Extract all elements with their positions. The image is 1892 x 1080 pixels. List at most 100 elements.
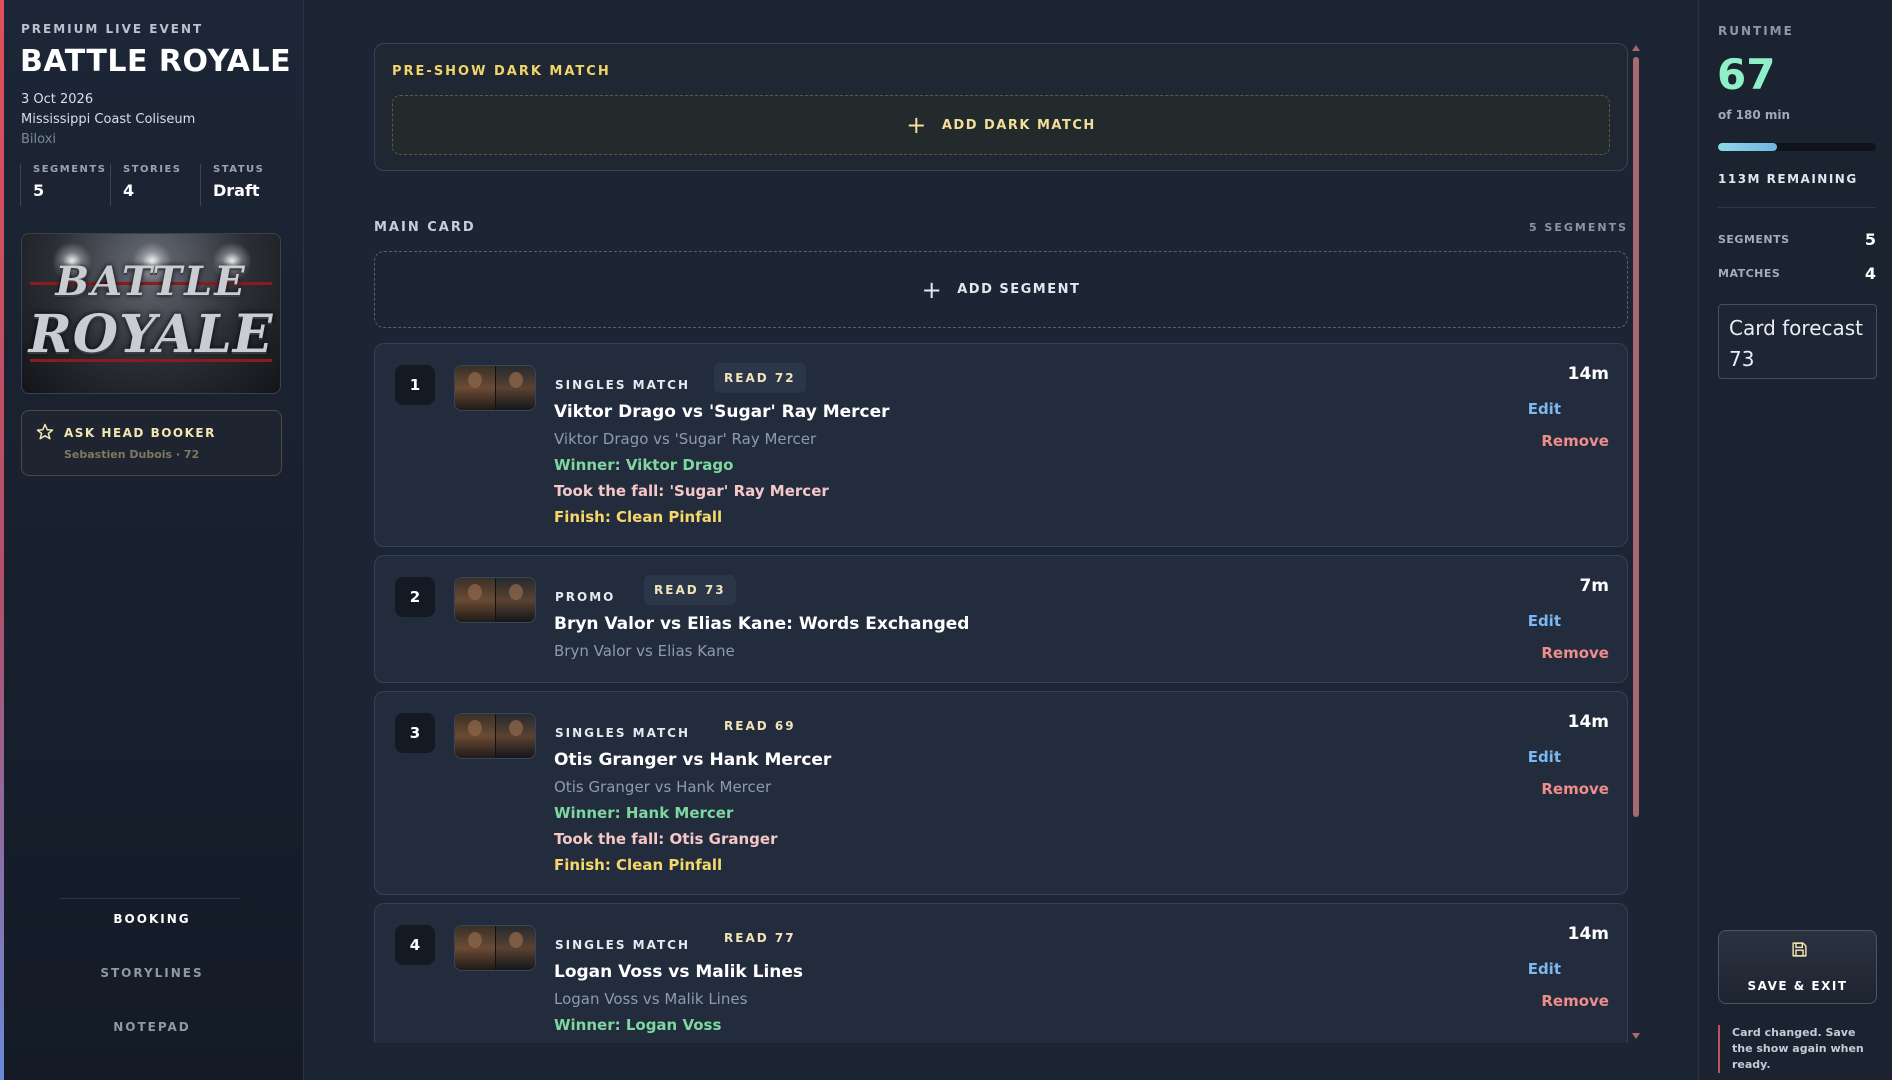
plus-icon: + xyxy=(906,111,928,139)
unsaved-notice: Card changed. Save the show again when r… xyxy=(1718,1025,1878,1073)
segment-remove-button[interactable]: Remove xyxy=(1541,432,1609,450)
segment-edit-button[interactable]: Edit xyxy=(1528,612,1561,630)
segment-remove-button[interactable]: Remove xyxy=(1541,992,1609,1010)
segment-type: SINGLES MATCH xyxy=(555,378,690,392)
segment-card[interactable]: 3 SINGLES MATCH READ 69 Otis Granger vs … xyxy=(374,691,1628,895)
runtime-label: RUNTIME xyxy=(1718,24,1794,38)
avatar xyxy=(495,366,535,410)
scroll-thumb[interactable] xyxy=(1633,57,1639,817)
ask-booker-sub: Sebastien Dubois · 72 xyxy=(64,448,200,461)
segment-duration: 14m xyxy=(1567,712,1609,732)
segment-avatars xyxy=(454,713,536,759)
main-card-count: 5 SEGMENTS xyxy=(1528,221,1628,234)
segment-number: 2 xyxy=(395,577,435,617)
save-exit-button[interactable]: SAVE & EXIT xyxy=(1718,930,1877,1004)
event-date: 3 Oct 2026 xyxy=(21,92,94,107)
segment-subtitle: Logan Voss vs Malik Lines xyxy=(554,990,748,1008)
avatar xyxy=(495,926,535,970)
segment-duration: 14m xyxy=(1567,924,1609,944)
segment-avatars xyxy=(454,925,536,971)
stat-label: SEGMENTS xyxy=(33,164,107,175)
segment-winner: Winner: Hank Mercer xyxy=(554,804,734,822)
segment-fall: Took the fall: Otis Granger xyxy=(554,830,778,848)
nav-notepad[interactable]: NOTEPAD xyxy=(0,1020,304,1034)
runtime-remaining: 113M REMAINING xyxy=(1718,172,1858,186)
segment-card[interactable]: 4 SINGLES MATCH READ 77 Logan Voss vs Ma… xyxy=(374,903,1628,1043)
segment-fall: Took the fall: 'Sugar' Ray Mercer xyxy=(554,482,829,500)
segment-card[interactable]: 1 SINGLES MATCH READ 72 Viktor Drago vs … xyxy=(374,343,1628,547)
segment-read-badge: READ 73 xyxy=(644,575,736,605)
main-content: PRE-SHOW DARK MATCH + ADD DARK MATCH MAI… xyxy=(305,0,1698,1080)
scrollbar[interactable] xyxy=(1631,43,1641,1043)
avatar xyxy=(455,366,495,410)
nav-booking[interactable]: BOOKING xyxy=(0,912,304,926)
runtime-panel: RUNTIME 67 of 180 min 113M REMAINING SEG… xyxy=(1698,0,1892,1080)
segment-number: 4 xyxy=(395,925,435,965)
segment-subtitle: Otis Granger vs Hank Mercer xyxy=(554,778,772,796)
scroll-up-icon[interactable] xyxy=(1632,45,1640,51)
segment-list: 1 SINGLES MATCH READ 72 Viktor Drago vs … xyxy=(374,343,1628,1043)
segment-remove-button[interactable]: Remove xyxy=(1541,780,1609,798)
segment-title: Logan Voss vs Malik Lines xyxy=(554,962,804,982)
runtime-progress-fill xyxy=(1718,143,1777,151)
segment-edit-button[interactable]: Edit xyxy=(1528,748,1561,766)
segment-title: Bryn Valor vs Elias Kane: Words Exchange… xyxy=(554,614,970,634)
stat-status: STATUS Draft xyxy=(200,164,290,206)
stat-value: Draft xyxy=(213,181,260,200)
segment-read-badge: READ 72 xyxy=(714,363,806,393)
avatar xyxy=(455,578,495,622)
nav-divider xyxy=(60,898,240,899)
divider xyxy=(1718,207,1876,208)
summary-segments-label: SEGMENTS xyxy=(1718,233,1790,246)
segment-duration: 7m xyxy=(1579,576,1609,596)
ask-head-booker-button[interactable]: ASK HEAD BOOKER Sebastien Dubois · 72 xyxy=(21,410,282,476)
segment-read-badge: READ 69 xyxy=(724,719,796,733)
stat-segments: SEGMENTS 5 xyxy=(20,164,110,206)
segment-winner: Winner: Viktor Drago xyxy=(554,456,734,474)
card-forecast-value: 73 xyxy=(1729,347,1755,371)
poster-logo-line1: BATTLE xyxy=(55,258,247,305)
stat-value: 4 xyxy=(123,181,135,200)
avatar xyxy=(495,714,535,758)
segment-edit-button[interactable]: Edit xyxy=(1528,960,1561,978)
segment-subtitle: Viktor Drago vs 'Sugar' Ray Mercer xyxy=(554,430,817,448)
stat-label: STORIES xyxy=(123,164,182,175)
avatar xyxy=(495,578,535,622)
add-dark-match-button[interactable]: + ADD DARK MATCH xyxy=(392,95,1610,155)
star-icon xyxy=(36,423,54,440)
scroll-down-icon[interactable] xyxy=(1632,1033,1640,1039)
summary-segments-row: SEGMENTS 5 xyxy=(1718,230,1876,249)
event-city: Biloxi xyxy=(21,132,57,147)
segment-card[interactable]: 2 PROMO READ 73 Bryn Valor vs Elias Kane… xyxy=(374,555,1628,683)
runtime-progress-bar xyxy=(1718,143,1876,151)
poster-logo-line2: ROYALE xyxy=(28,304,274,365)
event-title: BATTLE ROYALE xyxy=(20,44,292,79)
segment-number: 1 xyxy=(395,365,435,405)
summary-segments-value: 5 xyxy=(1864,230,1876,249)
add-segment-button[interactable]: + ADD SEGMENT xyxy=(374,251,1628,328)
event-poster: BATTLE ROYALE xyxy=(21,233,281,394)
segment-avatars xyxy=(454,577,536,623)
save-icon xyxy=(1792,942,1807,957)
event-venue: Mississippi Coast Coliseum xyxy=(21,112,196,127)
avatar xyxy=(455,714,495,758)
event-kicker: PREMIUM LIVE EVENT xyxy=(21,22,204,36)
segment-edit-button[interactable]: Edit xyxy=(1528,400,1561,418)
segment-title: Otis Granger vs Hank Mercer xyxy=(554,750,832,770)
segment-duration: 14m xyxy=(1567,364,1609,384)
segment-number: 3 xyxy=(395,713,435,753)
segment-finish: Finish: Clean Pinfall xyxy=(554,508,723,526)
segment-read-badge: READ 77 xyxy=(724,931,796,945)
card-forecast: Card forecast 73 xyxy=(1718,304,1877,379)
nav-storylines[interactable]: STORYLINES xyxy=(0,966,304,980)
summary-matches-row: MATCHES 4 xyxy=(1718,264,1876,283)
segment-title: Viktor Drago vs 'Sugar' Ray Mercer xyxy=(554,402,890,422)
plus-icon: + xyxy=(921,275,944,304)
summary-matches-value: 4 xyxy=(1864,264,1876,283)
runtime-of: of 180 min xyxy=(1718,108,1791,122)
avatar xyxy=(455,926,495,970)
add-dark-match-label: ADD DARK MATCH xyxy=(941,117,1096,133)
runtime-value: 67 xyxy=(1717,50,1776,99)
segment-remove-button[interactable]: Remove xyxy=(1541,644,1609,662)
stat-value: 5 xyxy=(33,181,45,200)
